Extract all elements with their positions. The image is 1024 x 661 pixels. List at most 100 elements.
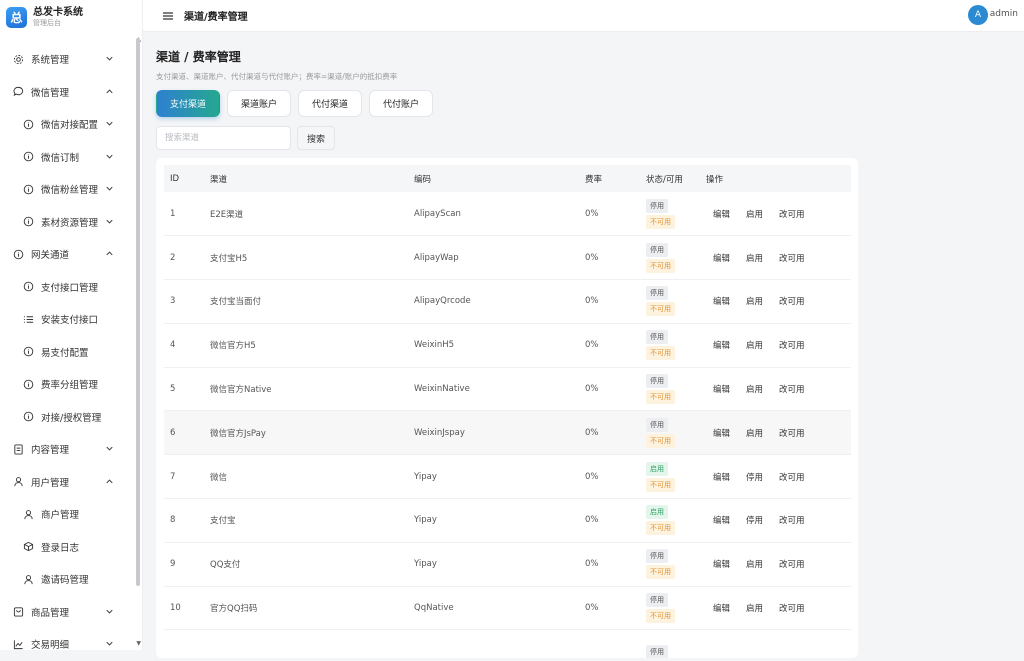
user-name[interactable]: admin: [990, 9, 1018, 19]
cell-code: Yipay: [414, 542, 585, 587]
toggle-status-link[interactable]: 启用: [746, 383, 763, 395]
toggle-status-link[interactable]: 启用: [746, 295, 763, 307]
toggle-status-link[interactable]: 停用: [746, 514, 763, 526]
toggle-status-link[interactable]: 启用: [746, 427, 763, 439]
sidebar-scrollbar[interactable]: [136, 38, 140, 586]
sidebar-item[interactable]: 网关通道: [0, 238, 136, 271]
scroll-down-arrow-icon[interactable]: ▼: [136, 640, 141, 647]
sidebar-item[interactable]: 内容管理: [0, 433, 136, 466]
sidebar-item[interactable]: 易支付配置: [0, 336, 136, 369]
chevron-down-icon[interactable]: [104, 53, 116, 65]
toggle-available-link[interactable]: 改可用: [779, 208, 805, 220]
search-input[interactable]: [156, 126, 291, 150]
tab-payout-channel[interactable]: 代付渠道: [298, 90, 363, 117]
table-row: 4 微信官方H5 WeixinH5 0% 停用 不可用 编辑 启用 改可用: [164, 323, 851, 368]
chevron-down-icon[interactable]: [104, 638, 116, 650]
toggle-status-link[interactable]: 启用: [746, 208, 763, 220]
sidebar-item[interactable]: 系统管理: [0, 43, 136, 76]
tab-pay-channel[interactable]: 支付渠道: [156, 90, 221, 117]
toggle-available-link[interactable]: 改可用: [779, 383, 805, 395]
sidebar-item[interactable]: 商品管理: [0, 596, 136, 629]
table-row: 6 微信官方JsPay WeixinJspay 0% 停用 不可用 编辑 启用 改可用: [164, 410, 851, 456]
edit-link[interactable]: 编辑: [713, 427, 730, 439]
status-badges: 停用 不可用: [646, 593, 706, 624]
chevron-down-icon[interactable]: [104, 151, 116, 163]
edit-link[interactable]: 编辑: [713, 252, 730, 264]
info-icon: [22, 118, 34, 130]
sidebar-item[interactable]: 支付接口管理: [0, 271, 136, 304]
search-button[interactable]: 搜索: [297, 126, 335, 150]
sidebar-item[interactable]: 微信对接配置: [0, 108, 136, 141]
chat-icon: [12, 86, 24, 98]
sidebar-item[interactable]: 商户管理: [0, 498, 136, 531]
edit-link[interactable]: 编辑: [713, 602, 730, 614]
menu-toggle-icon[interactable]: [162, 10, 174, 22]
tab-bar: 支付渠道 渠道账户 代付渠道 代付账户: [156, 90, 858, 117]
chevron-down-icon[interactable]: [104, 606, 116, 618]
chevron-up-icon[interactable]: [104, 86, 116, 98]
row-actions: 编辑 启用 改可用: [706, 208, 851, 220]
cell-channel: 支付宝: [210, 498, 414, 543]
toggle-status-link[interactable]: 启用: [746, 558, 763, 570]
cell-actions: 编辑 停用 改可用: [706, 498, 851, 543]
tab-channel-account[interactable]: 渠道账户: [227, 90, 292, 117]
edit-link[interactable]: 编辑: [713, 208, 730, 220]
edit-link[interactable]: 编辑: [713, 514, 730, 526]
sidebar-item-label: 微信粉丝管理: [41, 185, 99, 197]
edit-link[interactable]: 编辑: [713, 471, 730, 483]
cell-channel: [210, 629, 414, 658]
status-badge: 启用: [646, 461, 668, 476]
cell-code: AlipayScan: [414, 192, 585, 237]
toggle-status-link[interactable]: 启用: [746, 602, 763, 614]
sidebar-item[interactable]: 微信粉丝管理: [0, 173, 136, 206]
toggle-available-link[interactable]: 改可用: [779, 427, 805, 439]
sidebar-item[interactable]: 安装支付接口: [0, 303, 136, 336]
cell-code: WeixinJspay: [414, 410, 585, 456]
toggle-available-link[interactable]: 改可用: [779, 295, 805, 307]
toggle-status-link[interactable]: 启用: [746, 339, 763, 351]
user-avatar[interactable]: A: [968, 5, 988, 25]
sidebar-item[interactable]: 邀请码管理: [0, 563, 136, 596]
chevron-up-icon[interactable]: [104, 248, 116, 260]
table-row: 1 E2E渠道 AlipayScan 0% 停用 不可用 编辑 启用 改可用: [164, 192, 851, 237]
cell-code: Yipay: [414, 454, 585, 500]
edit-link[interactable]: 编辑: [713, 339, 730, 351]
chevron-down-icon[interactable]: [104, 216, 116, 228]
edit-link[interactable]: 编辑: [713, 558, 730, 570]
chevron-up-icon[interactable]: [104, 476, 116, 488]
sidebar-item[interactable]: 费率分组管理: [0, 368, 136, 401]
sidebar-item[interactable]: 微信管理: [0, 76, 136, 109]
topbar: 渠道/费率管理 A admin: [143, 0, 1024, 32]
cell-code: AlipayQrcode: [414, 279, 585, 324]
sidebar-item[interactable]: 交易明细: [0, 628, 136, 661]
edit-link[interactable]: 编辑: [713, 383, 730, 395]
sidebar-item[interactable]: 用户管理: [0, 466, 136, 499]
toggle-available-link[interactable]: 改可用: [779, 558, 805, 570]
sidebar: 总 总发卡系统 管理后台 系统管理 微信管理 微信对接配置 微信订制 微信粉丝管理 素材资…: [0, 0, 143, 651]
sidebar-item[interactable]: 登录日志: [0, 531, 136, 564]
sidebar-item-label: 商户管理: [41, 510, 80, 522]
cell-actions: 编辑 停用 改可用: [706, 454, 851, 500]
sidebar-item-label: 素材资源管理: [41, 217, 99, 229]
toggle-available-link[interactable]: 改可用: [779, 514, 805, 526]
tab-payout-account[interactable]: 代付账户: [369, 90, 434, 117]
status-badges: 启用 不可用: [646, 461, 706, 492]
toggle-available-link[interactable]: 改可用: [779, 471, 805, 483]
sidebar-item[interactable]: 微信订制: [0, 141, 136, 174]
info-icon: [22, 346, 34, 358]
sidebar-item[interactable]: 对接/授权管理: [0, 401, 136, 434]
edit-link[interactable]: 编辑: [713, 295, 730, 307]
toggle-status-link[interactable]: 停用: [746, 471, 763, 483]
sidebar-item[interactable]: 素材资源管理: [0, 206, 136, 239]
row-actions: 编辑 启用 改可用: [706, 602, 851, 614]
chevron-down-icon[interactable]: [104, 118, 116, 130]
toggle-status-link[interactable]: 启用: [746, 252, 763, 264]
chevron-down-icon[interactable]: [104, 443, 116, 455]
toggle-available-link[interactable]: 改可用: [779, 339, 805, 351]
available-badge: 不可用: [646, 477, 675, 492]
toggle-available-link[interactable]: 改可用: [779, 602, 805, 614]
toggle-available-link[interactable]: 改可用: [779, 252, 805, 264]
chevron-down-icon[interactable]: [104, 183, 116, 195]
cell-fee: 0%: [585, 542, 646, 587]
status-badges: 停用 不可用: [646, 198, 706, 229]
